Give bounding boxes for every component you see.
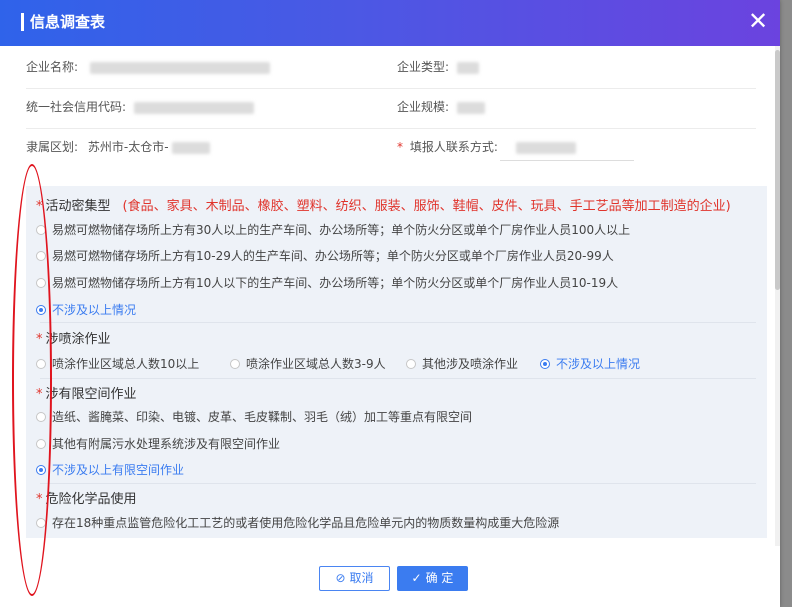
credit-code-label: 统一社会信用代码:: [26, 100, 127, 114]
district-label: 隶属区划:: [26, 140, 79, 154]
radio-option[interactable]: 其他涉及喷涂作业: [406, 356, 518, 372]
question-separator: [40, 378, 756, 379]
radio-option[interactable]: 易燃可燃物储存场所上方有10人以下的生产车间、办公场所等；单个防火分区或单个厂房…: [36, 275, 618, 291]
credit-code-row: 统一社会信用代码:: [26, 99, 254, 115]
radio-icon: [36, 439, 46, 449]
radio-checked-icon: [36, 465, 46, 475]
credit-code-redacted: [133, 101, 254, 114]
dialog-header: 信息调查表 ✕: [0, 0, 780, 46]
check-icon: ✓: [411, 571, 422, 585]
radio-checked-icon: [36, 305, 46, 315]
company-name-row: 企业名称:: [26, 59, 270, 75]
question-title: * 活动密集型 (食品、家具、木制品、橡胶、塑料、纺织、服装、服饰、鞋帽、皮件、玩具…: [36, 199, 731, 214]
radio-option[interactable]: 存在18种重点监管危险化工工艺的或者使用危险化学品且危险单元内的物质数量构成重大…: [36, 515, 559, 531]
scale-redacted: [456, 101, 485, 114]
radio-icon: [36, 359, 46, 369]
radio-icon: [36, 278, 46, 288]
title-accent-bar: [21, 13, 24, 31]
cancel-icon: ⊘: [335, 571, 346, 585]
company-name-redacted: [89, 61, 270, 74]
divider: [26, 128, 756, 129]
divider: [26, 88, 756, 89]
radio-icon: [36, 412, 46, 422]
radio-option[interactable]: 易燃可燃物储存场所上方有10-29人的生产车间、办公场所等；单个防火分区或单个厂…: [36, 248, 614, 264]
question-title: * 危险化学品使用: [36, 492, 137, 507]
company-type-row: 企业类型:: [397, 59, 479, 75]
radio-option[interactable]: 喷涂作业区域总人数10以上: [36, 356, 199, 372]
radio-icon: [36, 518, 46, 528]
radio-option-selected[interactable]: 不涉及以上情况: [36, 302, 136, 318]
question-separator: [40, 322, 756, 323]
company-name-label: 企业名称:: [26, 60, 79, 74]
radio-checked-icon: [540, 359, 550, 369]
required-mark: *: [397, 140, 403, 154]
company-type-label: 企业类型:: [397, 60, 450, 74]
dialog-title: 信息调查表: [30, 13, 106, 31]
radio-icon: [36, 225, 46, 235]
close-icon[interactable]: ✕: [746, 9, 770, 34]
contact-input-underline: [500, 160, 634, 161]
district-redacted: [172, 141, 211, 154]
scrollbar-thumb[interactable]: [775, 50, 780, 290]
question-note: (食品、家具、木制品、橡胶、塑料、纺织、服装、服饰、鞋帽、皮件、玩具、手工艺品等…: [122, 199, 731, 214]
question-separator: [40, 483, 756, 484]
contact-input-redacted[interactable]: [515, 141, 576, 154]
radio-option-selected[interactable]: 不涉及以上有限空间作业: [36, 462, 184, 478]
radio-icon: [406, 359, 416, 369]
radio-icon: [230, 359, 240, 369]
survey-dialog: 信息调查表 ✕ 企业名称: 企业类型: 统一社会信用代码: 企业规模: 隶属区划…: [0, 0, 780, 607]
contact-label: 填报人联系方式:: [409, 140, 498, 154]
cancel-button[interactable]: ⊘ 取消: [319, 566, 390, 591]
scale-row: 企业规模:: [397, 99, 485, 115]
radio-option[interactable]: 造纸、酱腌菜、印染、电镀、皮革、毛皮鞣制、羽毛（绒）加工等重点有限空间: [36, 409, 472, 425]
confirm-button[interactable]: ✓ 确 定: [397, 566, 468, 591]
district-row: 隶属区划: 苏州市-太仓市-: [26, 139, 211, 155]
district-value: 苏州市-太仓市-: [87, 140, 169, 154]
company-type-redacted: [456, 61, 479, 74]
radio-option[interactable]: 其他有附属污水处理系统涉及有限空间作业: [36, 436, 280, 452]
question-title: * 涉有限空间作业: [36, 387, 137, 402]
question-title: * 涉喷涂作业: [36, 332, 111, 347]
radio-option[interactable]: 易燃可燃物储存场所上方有30人以上的生产车间、办公场所等；单个防火分区或单个厂房…: [36, 222, 630, 238]
scale-label: 企业规模:: [397, 100, 450, 114]
contact-row: * 填报人联系方式:: [397, 139, 576, 155]
radio-icon: [36, 251, 46, 261]
radio-option[interactable]: 喷涂作业区域总人数3-9人: [230, 356, 386, 372]
radio-option-selected[interactable]: 不涉及以上情况: [540, 356, 640, 372]
